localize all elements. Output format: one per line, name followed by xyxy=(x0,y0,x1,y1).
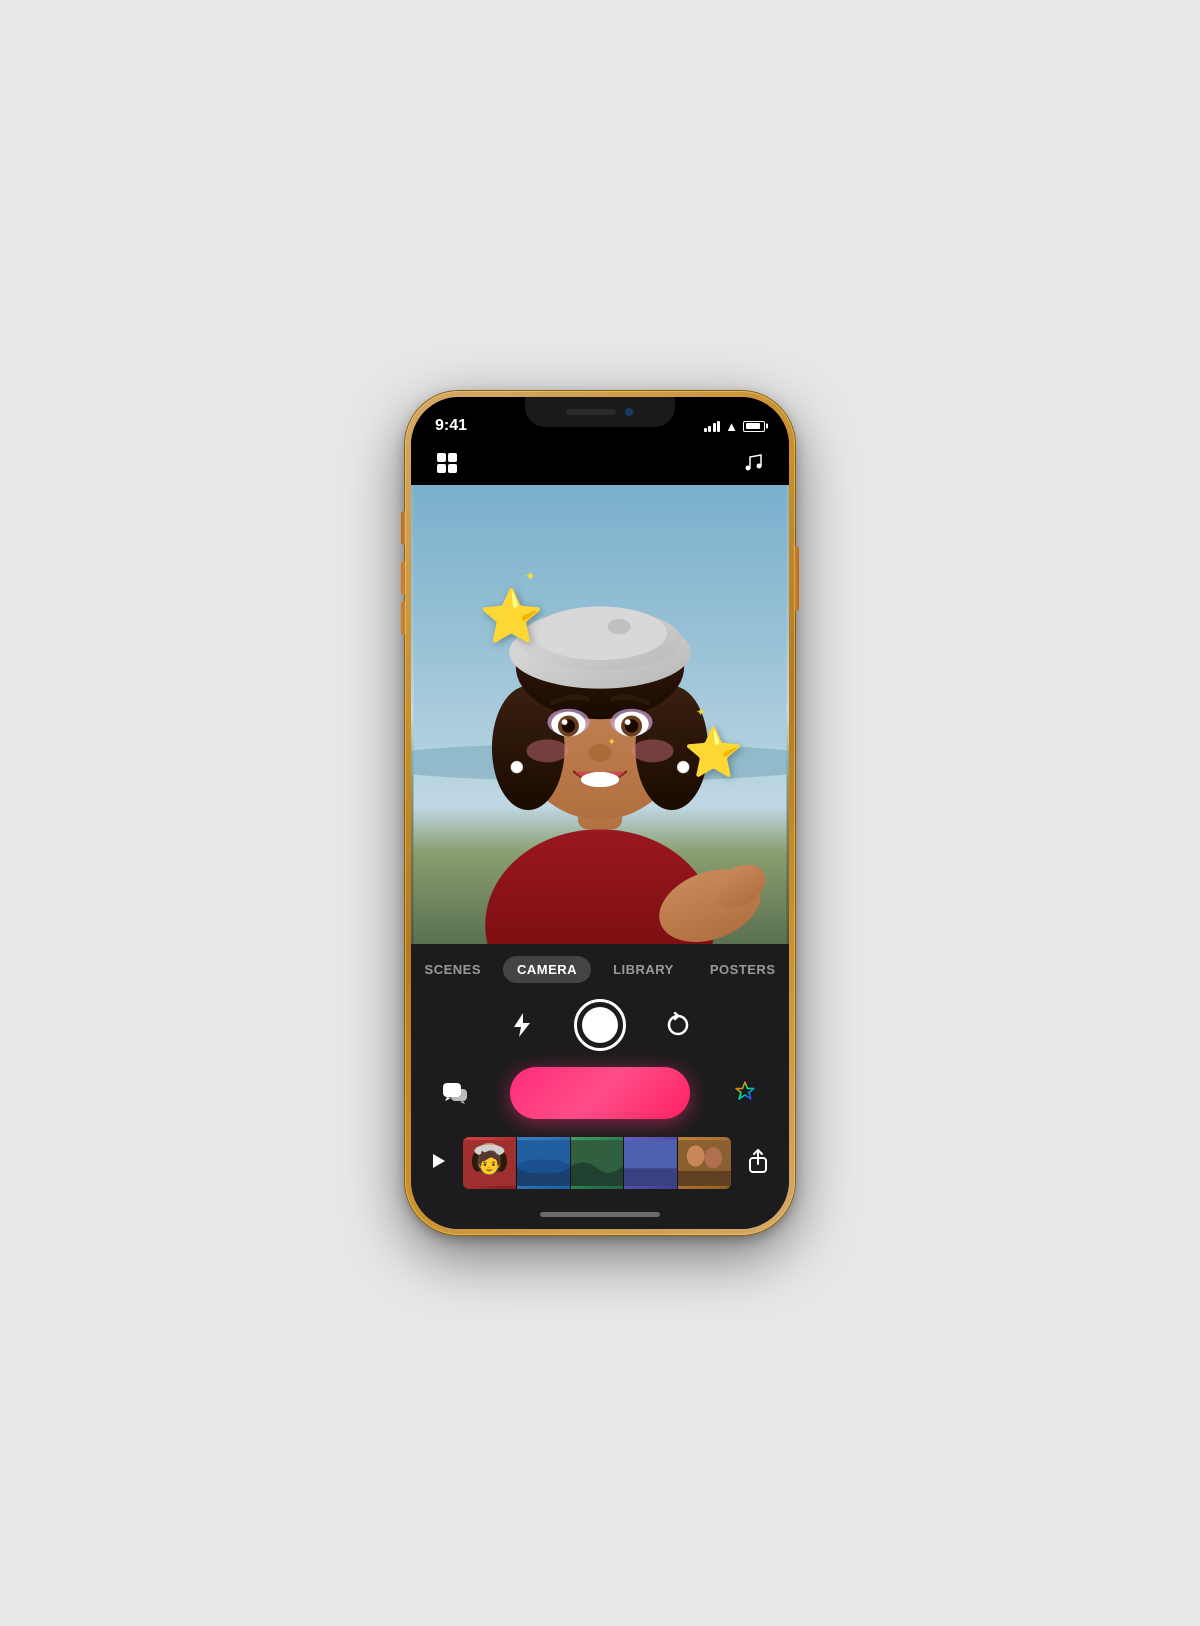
chat-bubbles-button[interactable] xyxy=(435,1073,475,1113)
home-bar xyxy=(540,1212,660,1217)
sparkle-topleft: ✦ xyxy=(524,568,536,585)
star-left: ⭐ xyxy=(479,586,544,647)
speaker xyxy=(566,409,616,415)
flip-camera-button[interactable] xyxy=(658,1005,698,1045)
signal-bars xyxy=(704,421,721,432)
camera-viewfinder: ⭐ ⭐ ✦ ✦ ✦ ✦ ✦ xyxy=(411,485,789,944)
film-clip-3[interactable] xyxy=(571,1137,624,1189)
notch xyxy=(525,397,675,427)
camera-controls-row xyxy=(411,991,789,1061)
record-row xyxy=(411,1061,789,1131)
share-button[interactable] xyxy=(739,1144,777,1183)
battery-fill xyxy=(746,423,760,429)
tab-bar: SCENES CAMERA LIBRARY POSTERS xyxy=(411,944,789,991)
signal-bar-3 xyxy=(713,423,716,432)
status-time: 9:41 xyxy=(435,417,467,435)
film-clip-4[interactable] xyxy=(624,1137,677,1189)
film-clip-1[interactable] xyxy=(463,1137,516,1189)
filmstrip[interactable] xyxy=(463,1137,731,1189)
bottom-controls: SCENES CAMERA LIBRARY POSTERS xyxy=(411,944,789,1229)
tab-camera[interactable]: CAMERA xyxy=(503,956,591,983)
shutter-inner xyxy=(582,1007,618,1043)
front-camera xyxy=(624,407,634,417)
battery-icon xyxy=(743,421,765,432)
memoji-display xyxy=(411,485,789,944)
sparkle-topright: ✦ xyxy=(696,705,706,719)
film-clip-5[interactable] xyxy=(678,1137,731,1189)
wifi-icon: ▲ xyxy=(725,419,738,434)
media-button[interactable] xyxy=(431,447,463,479)
status-icons: ▲ xyxy=(704,419,765,434)
timeline-row xyxy=(411,1131,789,1199)
tab-library[interactable]: LIBRARY xyxy=(599,956,688,983)
sparkle-extra2: ✦ xyxy=(714,751,721,760)
music-button[interactable] xyxy=(737,447,769,479)
film-clip-2[interactable] xyxy=(517,1137,570,1189)
tab-posters[interactable]: POSTERS xyxy=(696,956,789,983)
flash-button[interactable] xyxy=(502,1005,542,1045)
record-button[interactable] xyxy=(510,1067,690,1119)
signal-bar-2 xyxy=(708,426,711,432)
sparkle-extra: ✦ xyxy=(494,604,501,613)
app-topbar xyxy=(411,441,789,485)
shutter-button[interactable] xyxy=(574,999,626,1051)
tab-scenes[interactable]: SCENES xyxy=(411,956,495,983)
play-button[interactable] xyxy=(423,1148,455,1179)
phone-screen: 9:41 ▲ xyxy=(411,397,789,1229)
signal-bar-1 xyxy=(704,428,707,432)
effects-button[interactable] xyxy=(725,1073,765,1113)
sparkle-bottomleft: ✦ xyxy=(608,737,616,748)
phone-device: 9:41 ▲ xyxy=(405,391,795,1235)
home-indicator xyxy=(411,1199,789,1229)
signal-bar-4 xyxy=(717,421,720,432)
